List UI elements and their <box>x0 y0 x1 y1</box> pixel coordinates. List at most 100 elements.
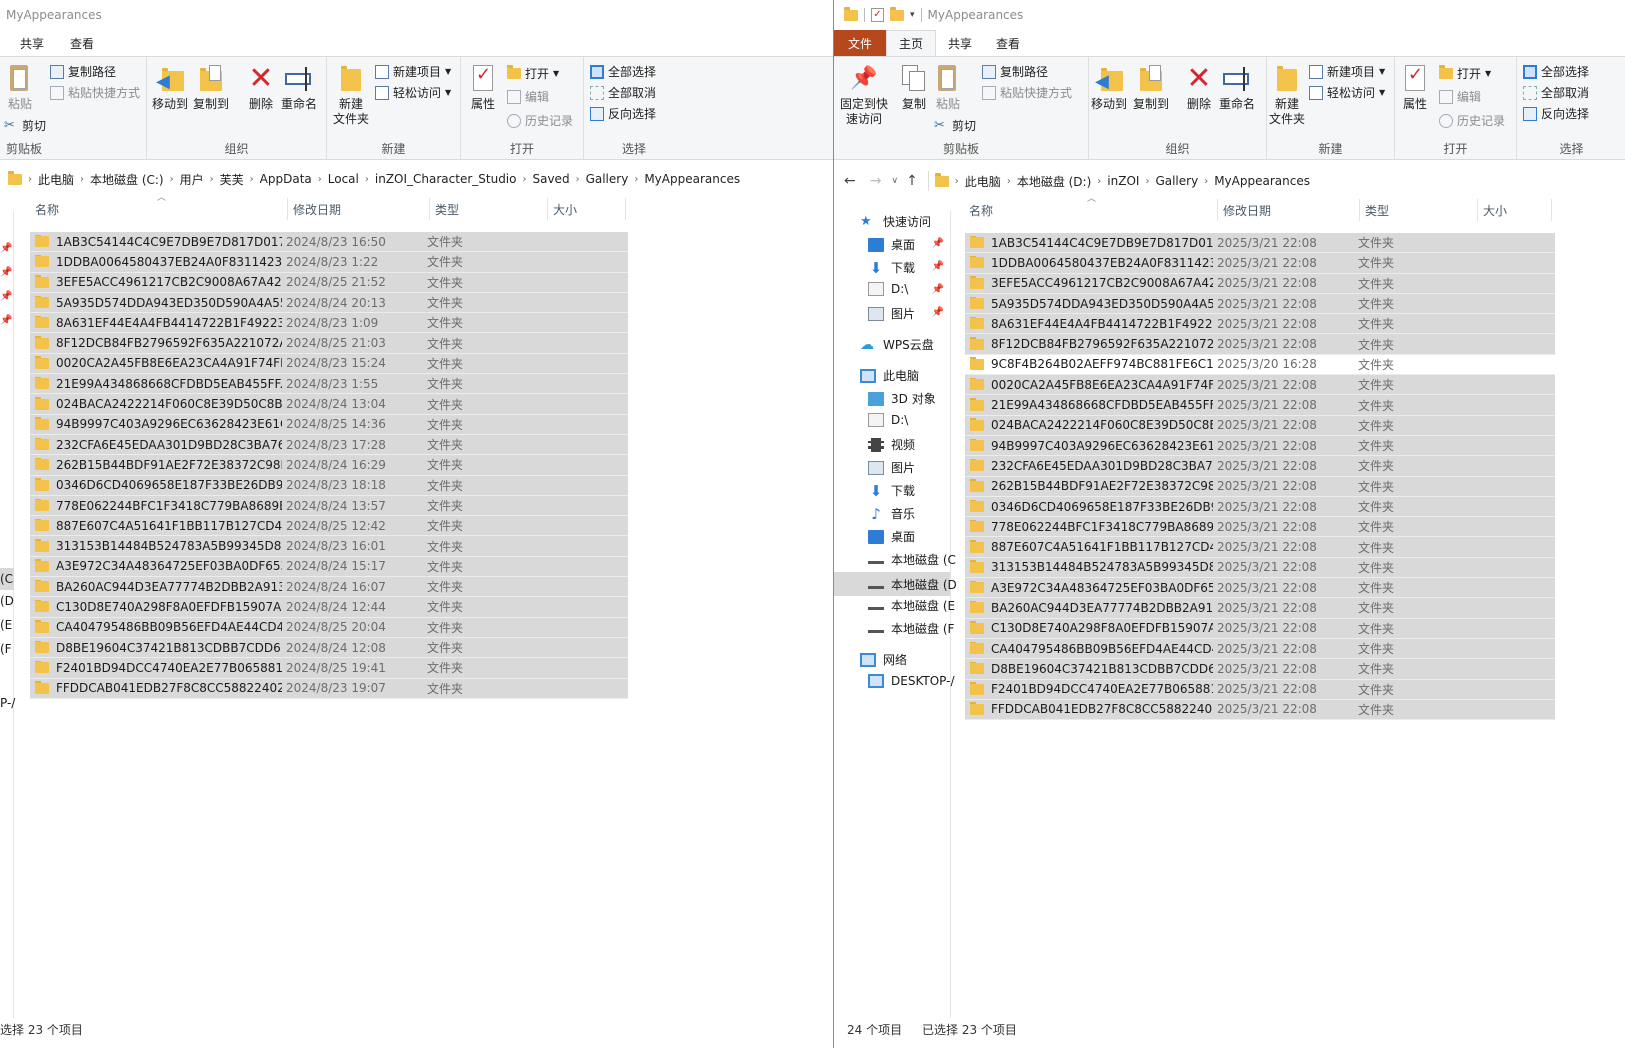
table-row[interactable]: D8BE19604C37421B813CDBB7CDD6... 2025/3/21… <box>965 659 1555 680</box>
breadcrumb-separator-icon[interactable]: › <box>1145 176 1149 187</box>
easy-access-button[interactable]: 轻松访问 ▼ <box>375 84 451 101</box>
delete-button[interactable]: ✕ 删除 <box>1183 63 1215 112</box>
table-row[interactable]: 0346D6CD4069658E187F33BE26DB9... 2025/3/2… <box>965 496 1555 518</box>
nav-pictures[interactable]: 图片 <box>868 459 915 476</box>
recent-chevron-icon[interactable]: ∨ <box>891 176 898 186</box>
column-type[interactable]: 类型 <box>1360 199 1478 221</box>
edit-button[interactable]: 编辑 <box>1439 88 1481 105</box>
breadcrumb-separator-icon[interactable]: › <box>28 174 32 185</box>
table-row[interactable]: 262B15B44BDF91AE2F72E38372C98E... 2025/3/… <box>965 476 1555 497</box>
paste-shortcut-button[interactable]: 粘贴快捷方式 <box>982 84 1072 101</box>
nav-3d-objects[interactable]: 3D 对象 <box>868 390 936 407</box>
table-row[interactable]: 024BACA2422214F060C8E39D50C8B... 2024/8/2… <box>30 394 628 415</box>
table-row[interactable]: 0020CA2A45FB8E6EA23CA4A91F74FF... 2025/3/… <box>965 375 1555 396</box>
column-date[interactable]: 修改日期 <box>288 198 430 220</box>
table-row[interactable]: 313153B14484B524783A5B99345D89... 2025/3/… <box>965 557 1555 579</box>
qat-new-folder-icon[interactable] <box>890 6 904 21</box>
table-row[interactable]: CA404795486BB09B56EFD4AE44CD4... 2024/8/2… <box>30 617 628 638</box>
breadcrumb-item[interactable]: 芙芙 <box>220 171 244 188</box>
new-folder-button[interactable]: 新建 文件夹 <box>1269 63 1305 127</box>
nav-fragment-c[interactable]: (C <box>0 568 14 590</box>
qat-dropdown-icon[interactable]: ▾ <box>910 10 915 20</box>
rename-button[interactable]: 重命名 <box>1219 63 1255 112</box>
table-row[interactable]: FFDDCAB041EDB27F8C8CC58822402... 2025/3/2… <box>965 699 1555 721</box>
nav-quick-d-drive[interactable]: D:\ <box>868 282 908 296</box>
table-row[interactable]: 024BACA2422214F060C8E39D50C8B... 2025/3/2… <box>965 415 1555 436</box>
breadcrumb-item[interactable]: 此电脑 <box>965 173 1001 190</box>
nav-network[interactable]: 网络 <box>860 651 907 668</box>
table-row[interactable]: 1AB3C54144C4C9E7DB9E7D817D017... 2025/3/2… <box>965 233 1555 254</box>
edit-button[interactable]: 编辑 <box>507 88 549 105</box>
nav-disk-e[interactable]: 本地磁盘 (E <box>868 597 955 614</box>
move-to-button[interactable]: ◀ 移动到 <box>1091 63 1127 112</box>
paste-shortcut-button[interactable]: 粘贴快捷方式 <box>50 84 140 101</box>
table-row[interactable]: 887E607C4A51641F1BB117B127CD4... 2025/3/2… <box>965 537 1555 558</box>
open-button[interactable]: 打开 ▼ <box>507 65 559 82</box>
table-row[interactable]: 5A935D574DDA943ED350D590A4A55... 2024/8/2… <box>30 292 628 314</box>
table-row[interactable]: 5A935D574DDA943ED350D590A4A55... 2025/3/2… <box>965 293 1555 315</box>
open-button[interactable]: 打开 ▼ <box>1439 65 1491 82</box>
column-name[interactable]: 名称 <box>964 199 1218 221</box>
new-item-button[interactable]: 新建项目 ▼ <box>375 63 451 80</box>
breadcrumb-item[interactable]: Gallery <box>586 172 629 186</box>
nav-pc-d-drive[interactable]: D:\ <box>868 413 908 427</box>
table-row[interactable]: 3EFE5ACC4961217CB2C9008A67A428... 2024/8/… <box>30 272 628 293</box>
table-row[interactable]: 1DDBA0064580437EB24A0F83114231... 2024/8/… <box>30 252 628 273</box>
pin-quick-access-button[interactable]: 📌 固定到快 速访问 <box>840 63 888 127</box>
move-to-button[interactable]: ◀ 移动到 <box>152 63 188 112</box>
nav-desktop[interactable]: 桌面 <box>868 528 915 545</box>
breadcrumb-item[interactable]: MyAppearances <box>1214 174 1310 188</box>
table-row[interactable]: 313153B14484B524783A5B99345D89... 2024/8/… <box>30 536 628 557</box>
table-row[interactable]: A3E972C34A48364725EF03BA0DF653... 2025/3/… <box>965 578 1555 599</box>
breadcrumb-separator-icon[interactable]: › <box>1097 176 1101 187</box>
new-item-button[interactable]: 新建项目 ▼ <box>1309 63 1385 80</box>
column-type[interactable]: 类型 <box>430 198 548 220</box>
nav-videos[interactable]: 视频 <box>868 436 915 453</box>
table-row[interactable]: 21E99A434868668CFDBD5EAB455FF... 2025/3/2… <box>965 395 1555 416</box>
paste-button[interactable]: 粘贴 <box>4 63 36 112</box>
invert-selection-button[interactable]: 反向选择 <box>590 105 656 122</box>
table-row[interactable]: CA404795486BB09B56EFD4AE44CD4... 2025/3/2… <box>965 638 1555 660</box>
column-size[interactable]: 大小 <box>548 198 626 220</box>
breadcrumb-separator-icon[interactable]: › <box>1007 176 1011 187</box>
table-row[interactable]: 0020CA2A45FB8E6EA23CA4A91F74FF... 2024/8/… <box>30 353 628 375</box>
new-folder-button[interactable]: 新建 文件夹 <box>333 63 369 127</box>
breadcrumb-separator-icon[interactable]: › <box>210 174 214 185</box>
breadcrumb-separator-icon[interactable]: › <box>522 174 526 185</box>
breadcrumb-separator-icon[interactable]: › <box>634 174 638 185</box>
qat-properties-icon[interactable]: ✓ <box>871 8 884 22</box>
breadcrumb-separator-icon[interactable]: › <box>318 174 322 185</box>
properties-button[interactable]: ✓ 属性 <box>1399 63 1431 112</box>
breadcrumb-item[interactable]: 本地磁盘 (C:) <box>90 171 164 188</box>
properties-button[interactable]: ✓ 属性 <box>467 63 499 112</box>
copy-to-button[interactable]: 复制到 <box>193 63 229 112</box>
select-none-button[interactable]: 全部取消 <box>1523 84 1589 101</box>
breadcrumb-separator-icon[interactable]: › <box>170 174 174 185</box>
nav-disk-f[interactable]: 本地磁盘 (F <box>868 620 954 637</box>
column-date[interactable]: 修改日期 <box>1218 199 1360 221</box>
select-none-button[interactable]: 全部取消 <box>590 84 656 101</box>
rename-button[interactable]: 重命名 <box>281 63 317 112</box>
table-row[interactable]: BA260AC944D3EA77774B2DBB2A913... 2025/3/2… <box>965 598 1555 619</box>
nav-downloads[interactable]: ⬇ 下载 <box>868 482 915 499</box>
table-row[interactable]: C130D8E740A298F8A0EFDFB15907A5... 2025/3/… <box>965 618 1555 639</box>
nav-fragment-d[interactable]: (D <box>0 594 14 608</box>
qat-folder-icon[interactable] <box>844 6 858 21</box>
table-row[interactable]: 21E99A434868668CFDBD5EAB455FF... 2024/8/2… <box>30 374 628 395</box>
invert-selection-button[interactable]: 反向选择 <box>1523 105 1589 122</box>
table-row[interactable]: 262B15B44BDF91AE2F72E38372C98E... 2024/8/… <box>30 455 628 476</box>
breadcrumb-item[interactable]: Gallery <box>1155 174 1198 188</box>
easy-access-button[interactable]: 轻松访问 ▼ <box>1309 84 1385 101</box>
nav-fragment-desktop[interactable]: P-/ <box>0 696 15 710</box>
breadcrumb-item[interactable]: MyAppearances <box>644 172 740 186</box>
copy-to-button[interactable]: 复制到 <box>1133 63 1169 112</box>
table-row[interactable]: 778E062244BFC1F3418C779BA8689B... 2025/3/… <box>965 517 1555 538</box>
copy-path-button[interactable]: 复制路径 <box>50 63 116 80</box>
nav-quick-access[interactable]: ★ 快速访问 <box>860 213 931 230</box>
table-row[interactable]: F2401BD94DCC4740EA2E77B065881F... 2025/3/… <box>965 679 1555 700</box>
nav-disk-c[interactable]: 本地磁盘 (C <box>868 551 956 568</box>
table-row[interactable]: 1AB3C54144C4C9E7DB9E7D817D017... 2024/8/2… <box>30 232 628 253</box>
table-row[interactable]: 8F12DCB84FB2796592F635A221072A... 2024/8/… <box>30 333 628 354</box>
nav-quick-downloads[interactable]: ⬇ 下载 <box>868 259 915 276</box>
table-row[interactable]: 8A631EF44E4A4FB4414722B1F49223F6 2024/8/2… <box>30 313 628 334</box>
